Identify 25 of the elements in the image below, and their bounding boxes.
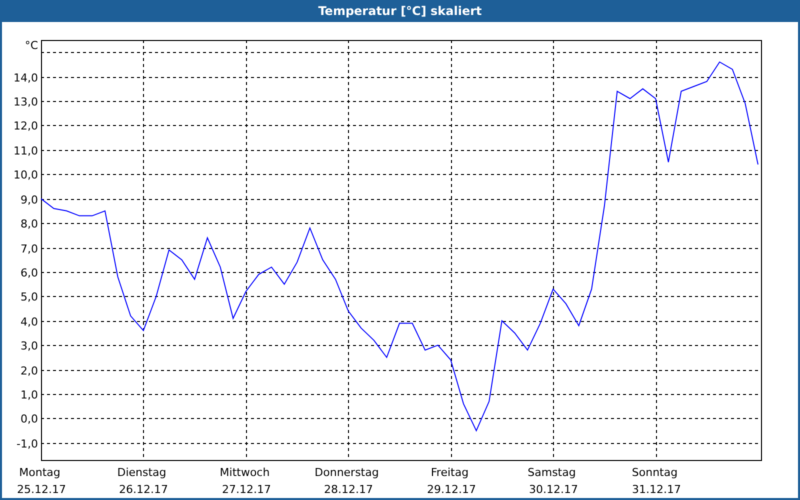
y-tick-label: 1,0 [20, 388, 38, 402]
x-axis-label: Samstag 30.12.17 [528, 466, 578, 496]
y-tick-label: 10,0 [14, 168, 38, 182]
x-axis-label: Mittwoch 27.12.17 [220, 466, 271, 496]
window-title: Temperatur [°C] skaliert [318, 3, 482, 20]
y-tick-label: 0,0 [20, 412, 38, 426]
y-tick-label: 7,0 [20, 242, 38, 256]
y-tick-label: 9,0 [20, 194, 38, 206]
y-tick-label: 3,0 [20, 340, 38, 352]
x-axis-label: Freitag 29.12.17 [427, 466, 476, 496]
y-tick-label: 4,0 [20, 316, 38, 328]
x-axis-label: Sonntag 31.12.17 [632, 466, 681, 496]
y-tick-label: 14,0 [14, 72, 38, 84]
x-axis-label: Donnerstag 28.12.17 [314, 466, 379, 496]
y-tick-label: 11,0 [14, 144, 38, 158]
x-axis-label: Montag 25.12.17 [17, 466, 66, 496]
y-tick-label: 8,0 [20, 218, 38, 230]
unit-label: °C [24, 39, 38, 52]
y-tick-label: 13,0 [14, 96, 38, 108]
y-tick-label: -1,0 [16, 438, 38, 450]
y-tick-label: 12,0 [14, 120, 38, 132]
x-axis-label: Dienstag 26.12.17 [117, 466, 168, 496]
y-tick-label: 2,0 [20, 364, 38, 378]
y-tick-label: 5,0 [20, 290, 38, 304]
y-tick-label: 6,0 [20, 266, 38, 280]
